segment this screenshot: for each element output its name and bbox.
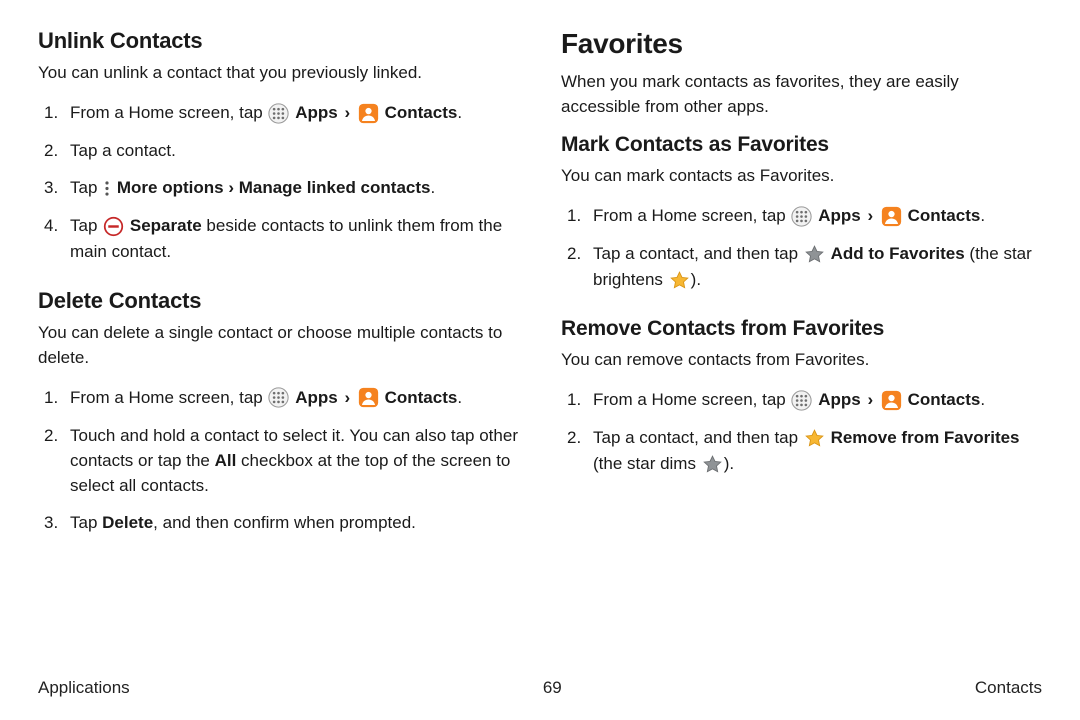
heading-mark-favorites: Mark Contacts as Favorites [561,133,1042,157]
separator: › [344,103,350,122]
star-dim-icon [702,451,723,476]
step-text: Tap [70,178,102,197]
step-text: . [457,388,462,407]
contacts-label: Contacts [908,206,981,225]
step-text: (the star dims [593,454,701,473]
bold-text: Remove from Favorites [831,428,1020,447]
intro-delete: You can delete a single contact or choos… [38,321,519,370]
apps-label: Apps [295,103,338,122]
contacts-label: Contacts [385,388,458,407]
contacts-icon [881,203,902,228]
heading-unlink-contacts: Unlink Contacts [38,28,519,54]
intro-remove-favorites: You can remove contacts from Favorites. [561,348,1042,373]
bold-text: More options › Manage linked contacts [117,178,431,197]
step: Tap Separate beside contacts to unlink t… [38,213,519,264]
step-text: From a Home screen, tap [70,388,267,407]
more-options-icon [103,175,111,200]
step-text: , and then confirm when prompted. [153,513,416,532]
right-column: Favorites When you mark contacts as favo… [561,28,1042,648]
step-text: Tap [70,513,102,532]
step-text: ). [724,454,734,473]
step-text: From a Home screen, tap [593,390,790,409]
heading-delete-contacts: Delete Contacts [38,288,519,314]
step: Tap Delete, and then confirm when prompt… [38,510,519,535]
step-text: From a Home screen, tap [70,103,267,122]
contacts-label: Contacts [385,103,458,122]
left-column: Unlink Contacts You can unlink a contact… [38,28,519,648]
step: Tap a contact, and then tap Add to Favor… [561,241,1042,293]
heading-remove-favorites: Remove Contacts from Favorites [561,317,1042,341]
step-text: Tap a contact, and then tap [593,244,803,263]
intro-favorites: When you mark contacts as favorites, the… [561,70,1042,119]
step: From a Home screen, tap Apps › Contacts. [561,203,1042,229]
apps-icon [268,100,289,125]
bold-text: Separate [130,216,202,235]
page-footer: Applications 69 Contacts [38,678,1042,698]
contacts-label: Contacts [908,390,981,409]
step: From a Home screen, tap Apps › Contacts. [38,100,519,126]
apps-label: Apps [818,206,861,225]
step-text: From a Home screen, tap [593,206,790,225]
separator: › [867,390,873,409]
contacts-icon [358,100,379,125]
step-text: . [980,390,985,409]
intro-unlink: You can unlink a contact that you previo… [38,61,519,86]
bold-text: All [215,451,237,470]
intro-mark-favorites: You can mark contacts as Favorites. [561,164,1042,189]
steps-remove-favorites: From a Home screen, tap Apps › Contacts.… [561,387,1042,477]
separate-icon [103,213,124,238]
step-text: Tap [70,216,102,235]
step: Tap a contact, and then tap Remove from … [561,425,1042,477]
apps-icon [268,384,289,409]
bold-text: Delete [102,513,153,532]
step-text: . [980,206,985,225]
contacts-icon [881,387,902,412]
apps-label: Apps [295,388,338,407]
step-text: ). [691,270,701,289]
heading-favorites: Favorites [561,28,1042,60]
star-bright-icon [804,425,825,450]
content-columns: Unlink Contacts You can unlink a contact… [38,28,1042,648]
step: From a Home screen, tap Apps › Contacts. [38,385,519,411]
footer-left: Applications [38,678,130,698]
step-text: . [457,103,462,122]
step-text: . [430,178,435,197]
step: Touch and hold a contact to select it. Y… [38,423,519,498]
step: Tap a contact. [38,138,519,163]
step: Tap More options › Manage linked contact… [38,175,519,201]
steps-unlink: From a Home screen, tap Apps › Contacts.… [38,100,519,265]
bold-text: Add to Favorites [831,244,965,263]
step: From a Home screen, tap Apps › Contacts. [561,387,1042,413]
apps-label: Apps [818,390,861,409]
separator: › [344,388,350,407]
contacts-icon [358,384,379,409]
apps-icon [791,203,812,228]
star-dim-icon [804,241,825,266]
steps-mark-favorites: From a Home screen, tap Apps › Contacts.… [561,203,1042,293]
footer-right: Contacts [975,678,1042,698]
apps-icon [791,387,812,412]
star-bright-icon [669,267,690,292]
footer-page-number: 69 [543,678,562,698]
step-text: Tap a contact, and then tap [593,428,803,447]
steps-delete: From a Home screen, tap Apps › Contacts.… [38,385,519,536]
separator: › [867,206,873,225]
